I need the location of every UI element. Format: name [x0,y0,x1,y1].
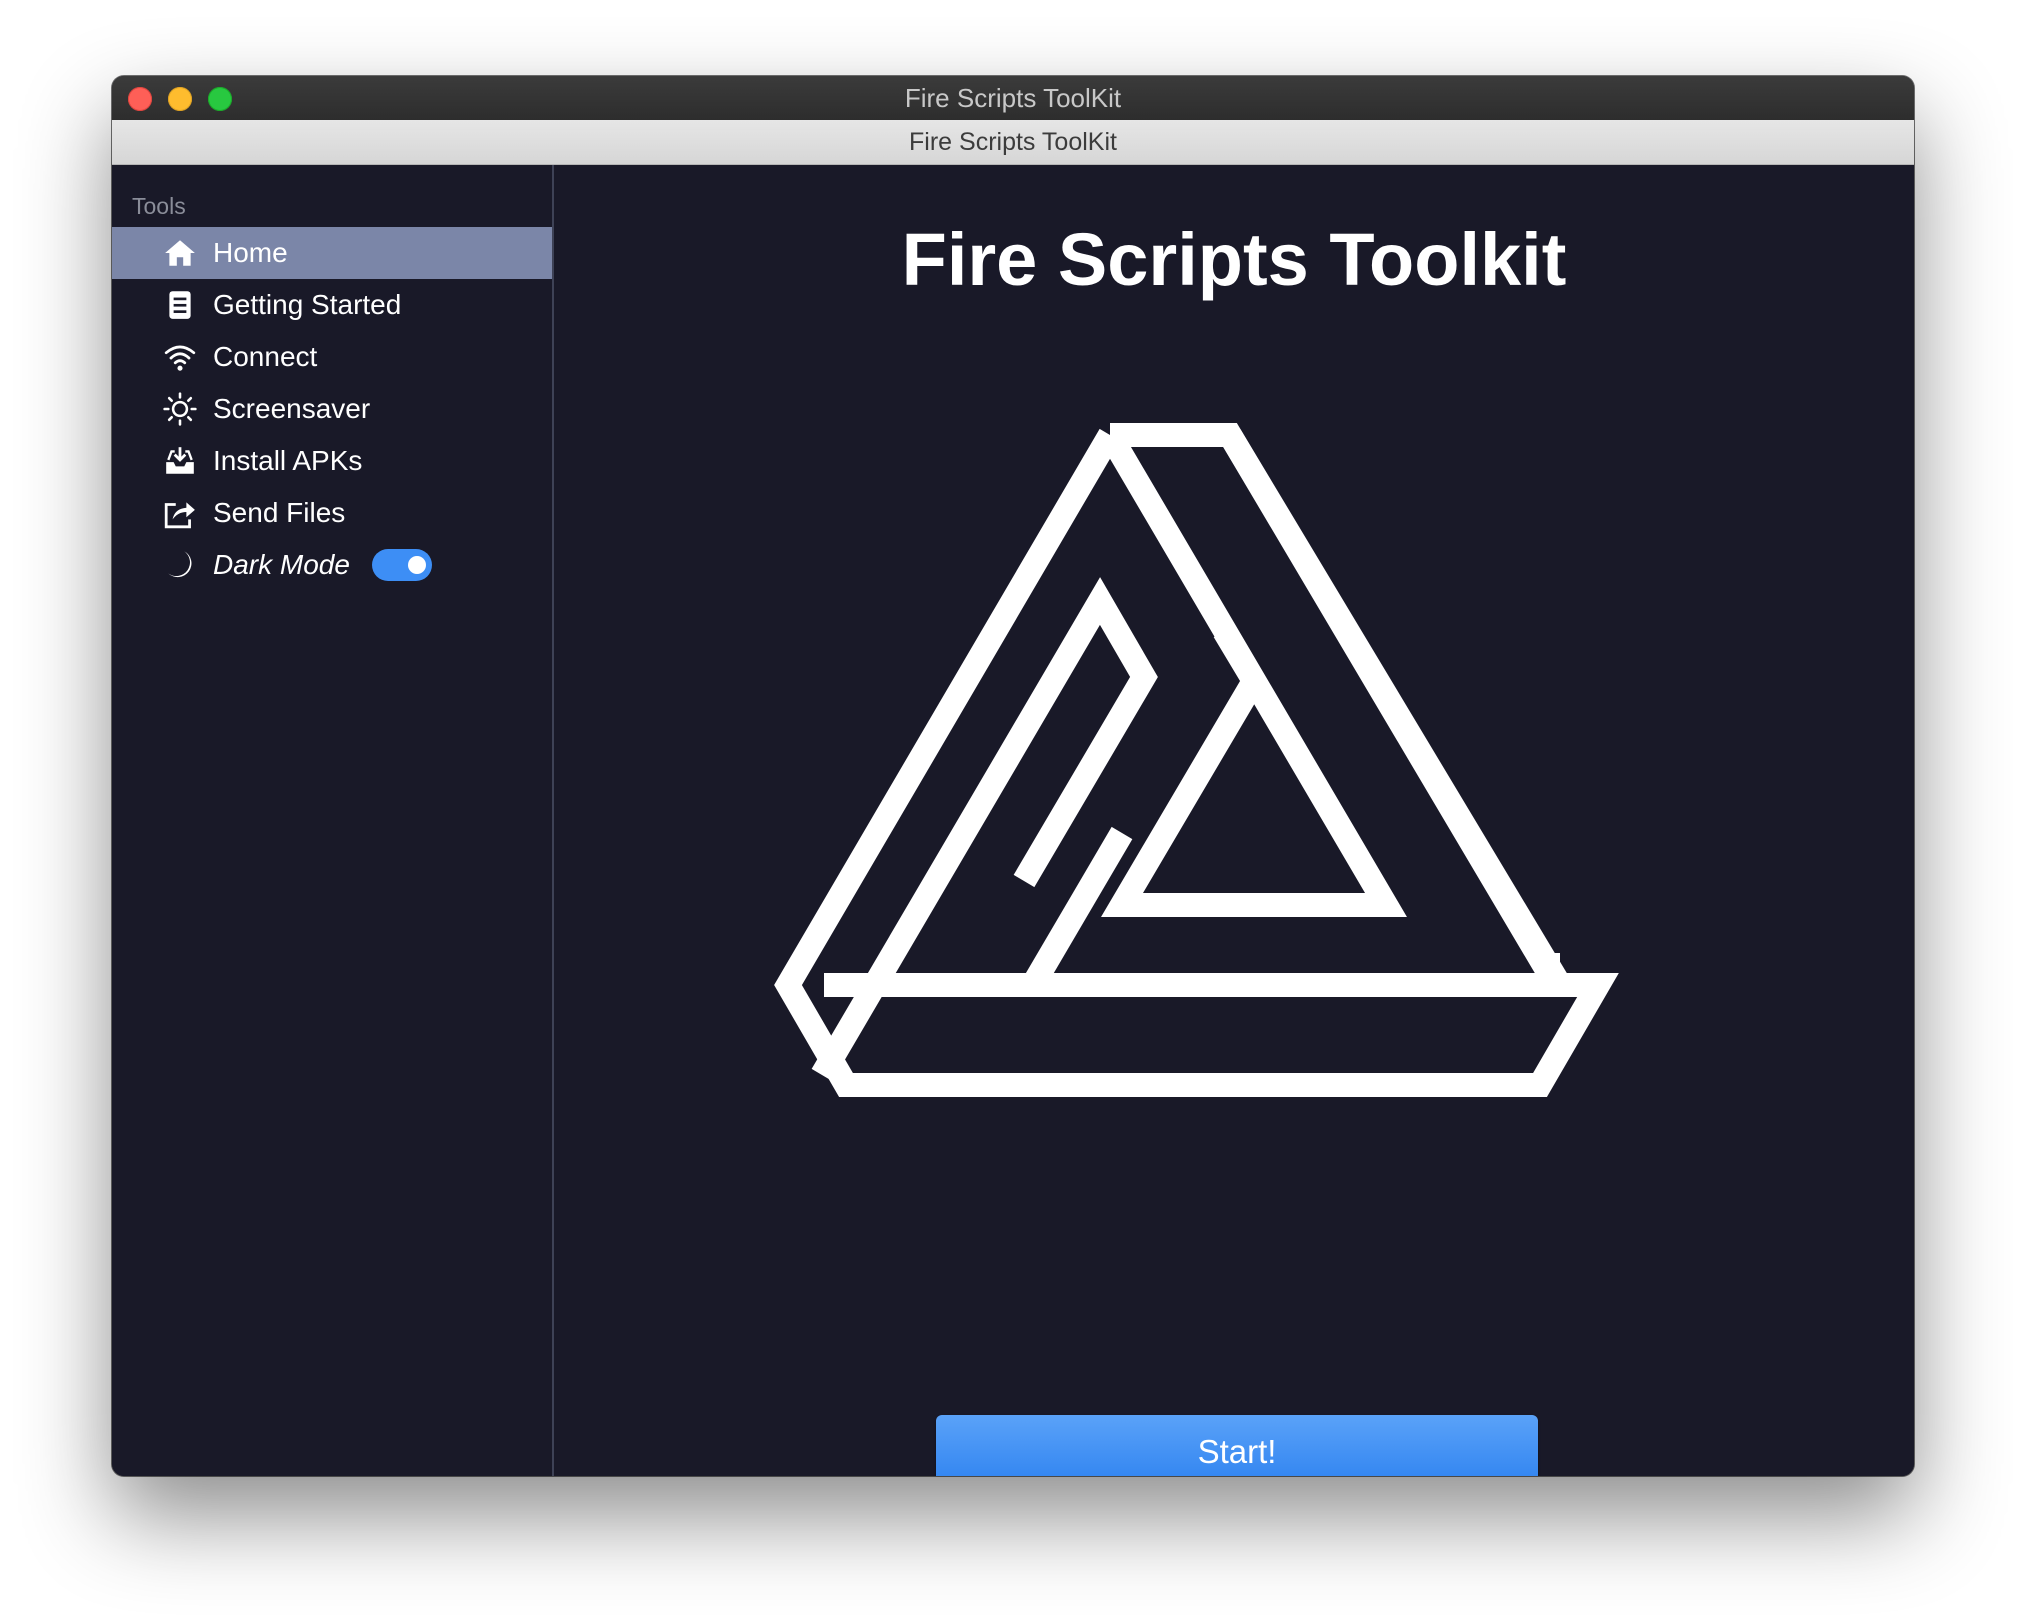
dark-mode-toggle[interactable] [371,549,432,581]
title-bar: Fire Scripts ToolKit [112,76,1914,121]
sidebar-item-label: Install APKs [213,445,363,476]
sidebar-item-screensaver[interactable]: Screensaver [112,383,552,435]
sidebar-item-label: Screensaver [213,393,371,424]
impossible-triangle-logo [774,423,1619,1097]
sidebar-item-label: Getting Started [213,289,402,320]
sidebar-item-label: Send Files [213,497,346,528]
sidebar-item-getting-started[interactable]: Getting Started [112,279,552,331]
toolbar: Fire Scripts ToolKit [112,120,1914,165]
page-title: Fire Scripts Toolkit [901,218,1567,301]
home-icon [162,235,198,271]
sidebar-item-dark-mode: Dark Mode [112,539,552,591]
main-content: Fire Scripts Toolkit Start! [554,165,1914,1476]
document-icon [162,287,198,323]
dark-mode-label: Dark Mode [213,549,350,580]
start-button[interactable]: Start! [936,1415,1538,1476]
sidebar-item-label: Connect [213,341,318,372]
sun-icon [162,391,198,427]
inbox-download-icon [162,443,198,479]
wifi-icon [162,339,198,375]
sidebar-section-label: Tools [132,193,186,219]
moon-icon [162,547,198,583]
toggle-knob [407,556,426,574]
toolbar-title: Fire Scripts ToolKit [909,128,1117,156]
sidebar-nav: Home Getting Started Connect Screensaver [112,227,552,591]
sidebar-item-label: Home [213,237,288,268]
sidebar: Tools Home Getting Started Connect Scree… [112,165,554,1476]
share-icon [162,495,198,531]
sidebar-item-connect[interactable]: Connect [112,331,552,383]
window-title: Fire Scripts ToolKit [904,83,1122,113]
sidebar-item-install-apks[interactable]: Install APKs [112,435,552,487]
sidebar-item-home[interactable]: Home [112,227,552,279]
sidebar-item-send-files[interactable]: Send Files [112,487,552,539]
app-window: Fire Scripts ToolKit Fire Scripts ToolKi… [112,76,1914,1476]
